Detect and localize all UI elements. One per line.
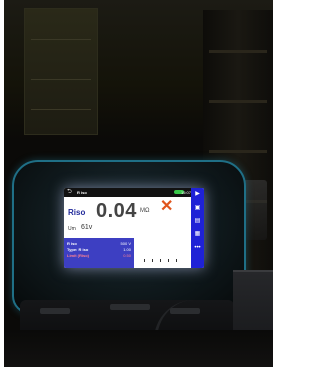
screen-header: ⮌ R iso 15:07 (64, 188, 191, 197)
scale-tick (144, 259, 145, 262)
param-name: Type: R iso (67, 247, 89, 252)
clock: 15:07 (180, 190, 191, 195)
shelf-slat (209, 100, 267, 103)
parameter-panel: R iso 500 V Type: R iso 1.00 Limit (Riso… (64, 238, 134, 268)
electrical-panel (24, 8, 98, 135)
measurement-label: Riso (68, 208, 86, 217)
param-name: R iso (67, 241, 77, 246)
panel-seam (31, 79, 91, 80)
cross-icon: ✕ (160, 198, 174, 215)
tester-key (40, 308, 70, 314)
back-arrow-icon[interactable]: ⮌ (67, 188, 72, 197)
scale-tick (160, 259, 161, 262)
panel-seam (31, 39, 91, 40)
document-icon[interactable]: ▤ (194, 218, 201, 224)
screen-sidebar: ▶ ▣ ▤ ▦ ••• (191, 188, 204, 268)
tester-screen: ⮌ R iso 15:07 Riso 0.04 MΩ ✕ Um 61v R is… (64, 188, 204, 268)
scale-tick (168, 259, 169, 262)
measurement-value: 0.04 (96, 200, 137, 222)
scale-tick (152, 259, 153, 262)
panel-seam (31, 109, 91, 110)
screen-title: R iso (77, 190, 87, 195)
shelf-slat (209, 50, 267, 53)
play-icon[interactable]: ▶ (194, 191, 201, 197)
voltage-label: Um (68, 226, 76, 232)
photo: ⮌ R iso 15:07 Riso 0.04 MΩ ✕ Um 61v R is… (4, 0, 273, 367)
scale-tick (176, 259, 177, 262)
voltage-value: 61v (81, 224, 93, 231)
param-value: 1.00 (123, 247, 131, 252)
tester-key (110, 304, 150, 310)
shelf-slat (209, 150, 267, 153)
more-icon[interactable]: ••• (194, 245, 201, 251)
param-value: 500 V (120, 241, 131, 246)
bar-scale (142, 252, 182, 262)
save-icon[interactable]: ▣ (194, 205, 201, 211)
param-value: 0.50 (123, 253, 131, 258)
measurement-unit: MΩ (140, 208, 150, 214)
floor (4, 330, 273, 367)
settings-icon[interactable]: ▦ (194, 231, 201, 237)
param-name: Limit (Riso) (67, 253, 89, 258)
